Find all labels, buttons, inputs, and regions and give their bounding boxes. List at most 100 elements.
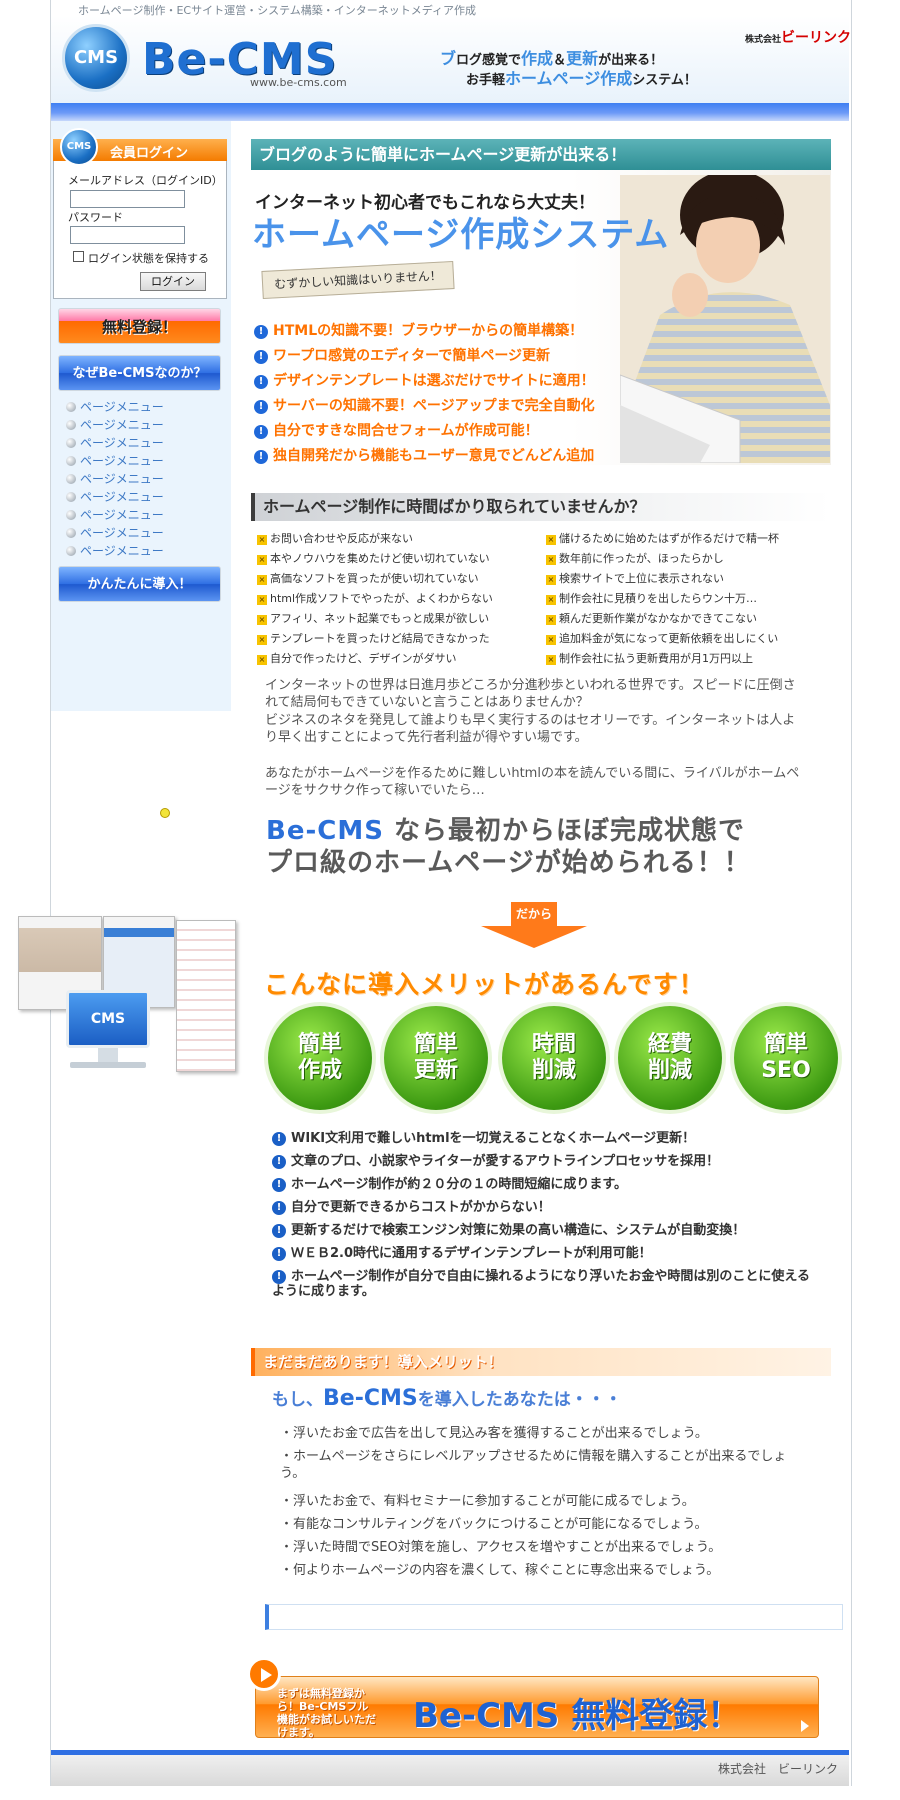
- sidebar-menu-label: ページメニュー: [80, 490, 164, 504]
- problem-text: 制作会社に払う更新費用が月1万円以上: [559, 652, 753, 665]
- x-mark-icon: ×: [257, 635, 267, 645]
- logo-mark[interactable]: CMS: [62, 24, 130, 92]
- problem-item: × 数年前に作ったが、ほったらかし: [546, 550, 724, 566]
- problems-bar: ホームページ制作に時間ばかり取られていませんか？: [251, 493, 831, 521]
- merit-text: 自分で更新できるからコストがかからない！: [291, 1200, 551, 1215]
- password-input[interactable]: [70, 226, 185, 244]
- login-button[interactable]: ログイン: [140, 272, 206, 291]
- sidebar-menu-item[interactable]: ページメニュー: [66, 506, 164, 523]
- problem-text: 制作会社に見積りを出したらウン十万…: [559, 592, 757, 605]
- x-mark-icon: ×: [546, 635, 556, 645]
- sidebar-menu-item[interactable]: ページメニュー: [66, 524, 164, 541]
- cms-monitor: CMS: [66, 990, 150, 1048]
- story-headline-2: プロ級のホームページが始められる！！: [266, 848, 751, 878]
- problem-text: 追加料金が気になって更新依頼を出しにくい: [559, 632, 779, 645]
- problem-text: お問い合わせや反応が来ない: [270, 532, 413, 545]
- merit-item: ! 自分で更新できるからコストがかからない！: [272, 1200, 812, 1215]
- badge-line: 削減: [647, 1058, 692, 1083]
- hero-bullet: ! 自分ですきな問合せフォームが作成可能！: [254, 420, 539, 440]
- benefit-item: ・浮いたお金で広告を出して見込み客を獲得することが出来るでしょう。: [280, 1426, 708, 1441]
- exclamation-icon: !: [254, 450, 268, 464]
- story-paragraph: あなたがホームページを作るために難しいhtmlの本を読んでいる間に、ライバルがホ…: [265, 766, 800, 798]
- problem-text: 儲けるために始めたはずが作るだけで精一杯: [559, 532, 779, 545]
- merit-item: ! ホームページ制作が約２０分の１の時間短縮に成ります。: [272, 1177, 812, 1192]
- exclamation-icon: !: [272, 1201, 286, 1215]
- hero-bullet-text: 独自開発だから機能もユーザー意見でどんどん追加: [273, 448, 595, 464]
- company-prefix: 株式会社: [745, 35, 782, 45]
- problem-text: 高価なソフトを買ったが使い切れていない: [270, 572, 479, 585]
- header-copy-hl: ホームページ作成: [505, 69, 633, 88]
- problem-item: × 本やノウハウを集めたけど使い切れていない: [257, 550, 490, 566]
- monitor-stand: [98, 1048, 118, 1062]
- benefit-item: ・何よりホームページの内容を濃くして、稼ぐことに専念出来るでしょう。: [280, 1563, 720, 1578]
- x-mark-icon: ×: [546, 575, 556, 585]
- exclamation-icon: !: [272, 1132, 286, 1146]
- bullet-icon: [66, 492, 76, 502]
- sidebar-menu-item[interactable]: ページメニュー: [66, 452, 164, 469]
- merit-text: ＷＥＢ2.0時代に通用するデザインテンプレートが利用可能！: [291, 1246, 652, 1261]
- arrow-right-icon: [801, 1720, 809, 1732]
- arrow-label: だから: [511, 902, 557, 926]
- sidebar-menu-item[interactable]: ページメニュー: [66, 488, 164, 505]
- exclamation-icon: !: [254, 350, 268, 364]
- header-blue-bar: [51, 103, 849, 121]
- free-register-button[interactable]: 無料登録！: [58, 308, 221, 344]
- benefit-item: ・有能なコンサルティングをバックにつけることが可能になるでしょう。: [280, 1517, 708, 1532]
- exclamation-icon: !: [272, 1224, 286, 1238]
- empty-panel: [265, 1604, 843, 1630]
- logo-url: www.be-cms.com: [250, 76, 347, 89]
- why-becms-button[interactable]: なぜBe-CMSなのか？: [58, 355, 221, 391]
- exclamation-icon: !: [254, 425, 268, 439]
- problem-item: × 高価なソフトを買ったが使い切れていない: [257, 570, 479, 586]
- badge-line: SEO: [761, 1058, 811, 1083]
- monitor-base: [70, 1062, 146, 1068]
- sidebar-menu-item[interactable]: ページメニュー: [66, 416, 164, 433]
- problem-item: × 制作会社に払う更新費用が月1万円以上: [546, 650, 753, 666]
- email-input[interactable]: [70, 190, 185, 208]
- x-mark-icon: ×: [546, 615, 556, 625]
- problem-item: × 検索サイトで上位に表示されない: [546, 570, 724, 586]
- exclamation-icon: !: [254, 400, 268, 414]
- sidebar-menu-label: ページメニュー: [80, 508, 164, 522]
- problem-text: アフィリ、ネット起業でもっと成果が欲しい: [270, 612, 490, 625]
- problem-text: 本やノウハウを集めたけど使い切れていない: [270, 552, 490, 565]
- play-icon[interactable]: [247, 1657, 281, 1691]
- bullet-icon: [66, 438, 76, 448]
- more-merits-bar: まだまだあります！導入メリット！: [251, 1348, 831, 1376]
- badge-line: 時間: [531, 1032, 576, 1057]
- remember-label: ログイン状態を保持する: [88, 252, 209, 265]
- merit-badge: 簡単 作成: [268, 1006, 372, 1110]
- problem-item: × 自分で作ったけど、デザインがダサい: [257, 650, 456, 666]
- benefit-item: ・浮いたお金で、有料セミナーに参加することが可能に成るでしょう。: [280, 1494, 695, 1509]
- sidebar-menu-item[interactable]: ページメニュー: [66, 542, 164, 559]
- merit-item: ! 更新するだけで検索エンジン対策に効果の高い構造に、システムが自動変換！: [272, 1223, 812, 1238]
- sidebar-menu-label: ページメニュー: [80, 472, 164, 486]
- x-mark-icon: ×: [257, 555, 267, 565]
- merit-text: ホームページ制作が自分で自由に操れるようになり浮いたお金や時間は別のことに使える…: [272, 1269, 810, 1299]
- x-mark-icon: ×: [546, 655, 556, 665]
- x-mark-icon: ×: [546, 535, 556, 545]
- x-mark-icon: ×: [257, 615, 267, 625]
- problem-text: 数年前に作ったが、ほったらかし: [559, 552, 724, 565]
- easy-intro-button[interactable]: かんたんに導入！: [58, 566, 221, 602]
- benefit-item: ・ホームページをさらにレベルアップさせるために情報を購入することが出来るでしょう…: [280, 1449, 787, 1481]
- moshi-text: もし、: [272, 1390, 323, 1410]
- hero-bullet-text: ワープロ感覚のエディターで簡単ページ更新: [273, 348, 551, 364]
- hero-bullet: ! 独自開発だから機能もユーザー意見でどんどん追加: [254, 445, 594, 465]
- copyright: 株式会社 ビーリンク: [718, 1762, 839, 1776]
- sidebar-menu-item[interactable]: ページメニュー: [66, 470, 164, 487]
- problem-text: html作成ソフトでやったが、よくわからない: [270, 592, 493, 605]
- x-mark-icon: ×: [257, 575, 267, 585]
- badge-line: 更新: [413, 1058, 458, 1083]
- cta-big-text[interactable]: Be-CMS 無料登録！: [413, 1688, 741, 1737]
- problem-item: × html作成ソフトでやったが、よくわからない: [257, 590, 493, 606]
- bullet-icon: [66, 456, 76, 466]
- remember-checkbox[interactable]: [73, 251, 84, 262]
- sidebar-menu-item[interactable]: ページメニュー: [66, 434, 164, 451]
- company-logo[interactable]: 株式会社ビーリンク: [745, 27, 851, 47]
- header-copy-text: お手軽: [466, 73, 506, 88]
- badge-line: 削減: [531, 1058, 576, 1083]
- hero-bullet-text: デザインテンプレートは選ぶだけでサイトに適用！: [273, 373, 595, 389]
- sidebar-menu-item[interactable]: ページメニュー: [66, 398, 164, 415]
- login-logo-mark: CMS: [60, 128, 98, 166]
